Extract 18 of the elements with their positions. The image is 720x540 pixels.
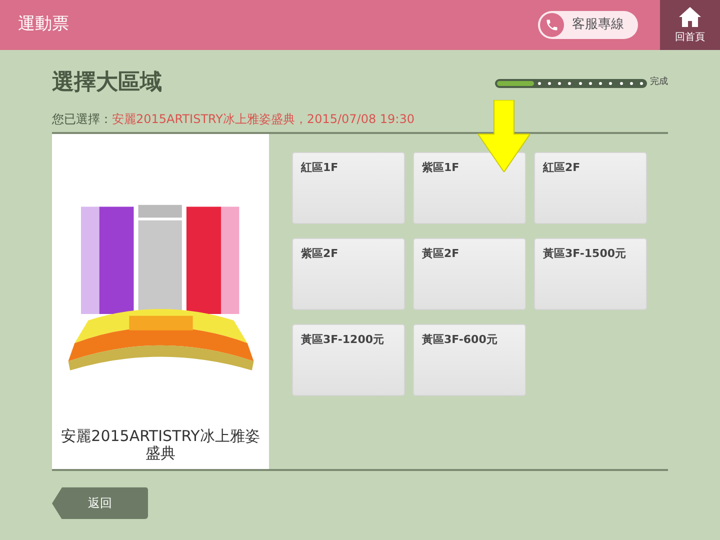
area-button[interactable]: 黃區3F-600元: [413, 324, 526, 396]
area-button[interactable]: 黃區3F-1200元: [292, 324, 405, 396]
page-title: 選擇大區域: [52, 70, 162, 96]
progress-label: 完成: [650, 76, 668, 90]
area-button[interactable]: 紅區1F: [292, 152, 405, 224]
area-button[interactable]: 黃區3F-1500元: [534, 238, 647, 310]
seat-map-caption: 安麗2015ARTISTRY冰上雅姿盛典: [60, 428, 261, 462]
phone-icon: [540, 13, 564, 37]
area-button[interactable]: 紫區1F: [413, 152, 526, 224]
area-button[interactable]: 黃區2F: [413, 238, 526, 310]
home-icon: [678, 6, 702, 28]
area-button[interactable]: 紅區2F: [534, 152, 647, 224]
hotline-button[interactable]: 客服專線: [538, 11, 638, 39]
home-button[interactable]: 回首頁: [660, 0, 720, 50]
area-button[interactable]: 紫區2F: [292, 238, 405, 310]
selection-text: 您已選擇：安麗2015ARTISTRY冰上雅姿盛典，2015/07/08 19:30: [52, 111, 416, 128]
app-title: 運動票: [17, 13, 70, 36]
back-button[interactable]: 返回: [52, 487, 148, 520]
